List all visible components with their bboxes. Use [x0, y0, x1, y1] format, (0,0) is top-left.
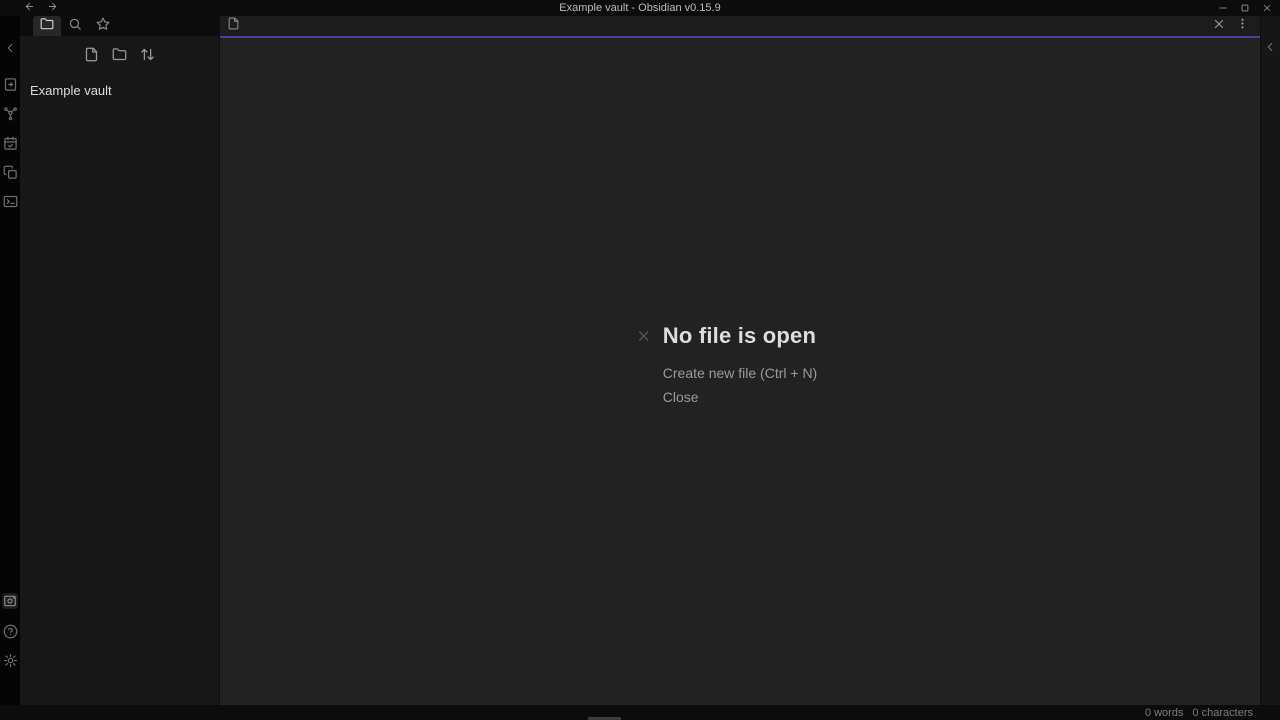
search-icon	[68, 17, 82, 36]
note-file-icon	[227, 17, 240, 35]
folder-icon	[40, 17, 54, 36]
pane-header-actions	[1212, 17, 1249, 36]
main-pane: No file is open Create new file (Ctrl + …	[220, 16, 1260, 705]
sidebar-tab-bar	[20, 16, 219, 36]
empty-state-title-row: No file is open	[663, 322, 817, 350]
empty-state-title: No file is open	[663, 322, 817, 350]
help-icon[interactable]	[2, 623, 18, 639]
sort-order-icon[interactable]	[140, 47, 155, 67]
insert-template-icon[interactable]	[2, 164, 18, 180]
character-count: 0 characters	[1192, 707, 1253, 719]
explorer-actions	[20, 47, 219, 67]
right-sidebar-strip	[1260, 16, 1280, 705]
create-new-file-link[interactable]: Create new file (Ctrl + N)	[663, 364, 817, 383]
close-link[interactable]: Close	[663, 388, 699, 407]
collapse-left-sidebar-icon[interactable]	[2, 40, 18, 56]
tab-file-explorer[interactable]	[33, 16, 61, 36]
word-count: 0 words	[1145, 707, 1184, 719]
close-window-icon[interactable]	[1256, 0, 1278, 16]
left-sidebar: Example vault	[20, 16, 220, 705]
close-pane-icon[interactable]	[1212, 17, 1226, 36]
star-icon	[96, 17, 110, 36]
more-options-icon[interactable]	[1236, 17, 1249, 35]
new-folder-icon[interactable]	[112, 47, 127, 67]
expand-right-sidebar-icon[interactable]	[1263, 40, 1279, 56]
maximize-icon[interactable]	[1234, 0, 1256, 16]
graph-view-icon[interactable]	[2, 105, 18, 121]
titlebar: Example vault - Obsidian v0.15.9	[0, 0, 1280, 16]
daily-note-icon[interactable]	[2, 135, 18, 151]
command-palette-icon[interactable]	[2, 193, 18, 209]
quick-switcher-icon[interactable]	[2, 76, 18, 92]
dismiss-x-icon[interactable]	[636, 328, 652, 349]
vault-switcher-icon[interactable]	[2, 593, 18, 609]
window-controls	[1212, 0, 1278, 16]
back-arrow-icon[interactable]	[24, 0, 35, 17]
tab-starred[interactable]	[89, 16, 117, 36]
forward-arrow-icon[interactable]	[47, 0, 58, 17]
left-ribbon	[0, 16, 20, 705]
pane-header	[220, 16, 1260, 38]
status-bar: 0 words 0 characters	[0, 705, 1280, 720]
settings-gear-icon[interactable]	[2, 652, 18, 668]
vault-name[interactable]: Example vault	[30, 83, 219, 98]
new-note-icon[interactable]	[84, 47, 99, 67]
window-title: Example vault - Obsidian v0.15.9	[0, 0, 1280, 16]
history-nav	[24, 0, 58, 16]
empty-state: No file is open Create new file (Ctrl + …	[663, 322, 817, 407]
minimize-icon[interactable]	[1212, 0, 1234, 16]
tab-search[interactable]	[61, 16, 89, 36]
